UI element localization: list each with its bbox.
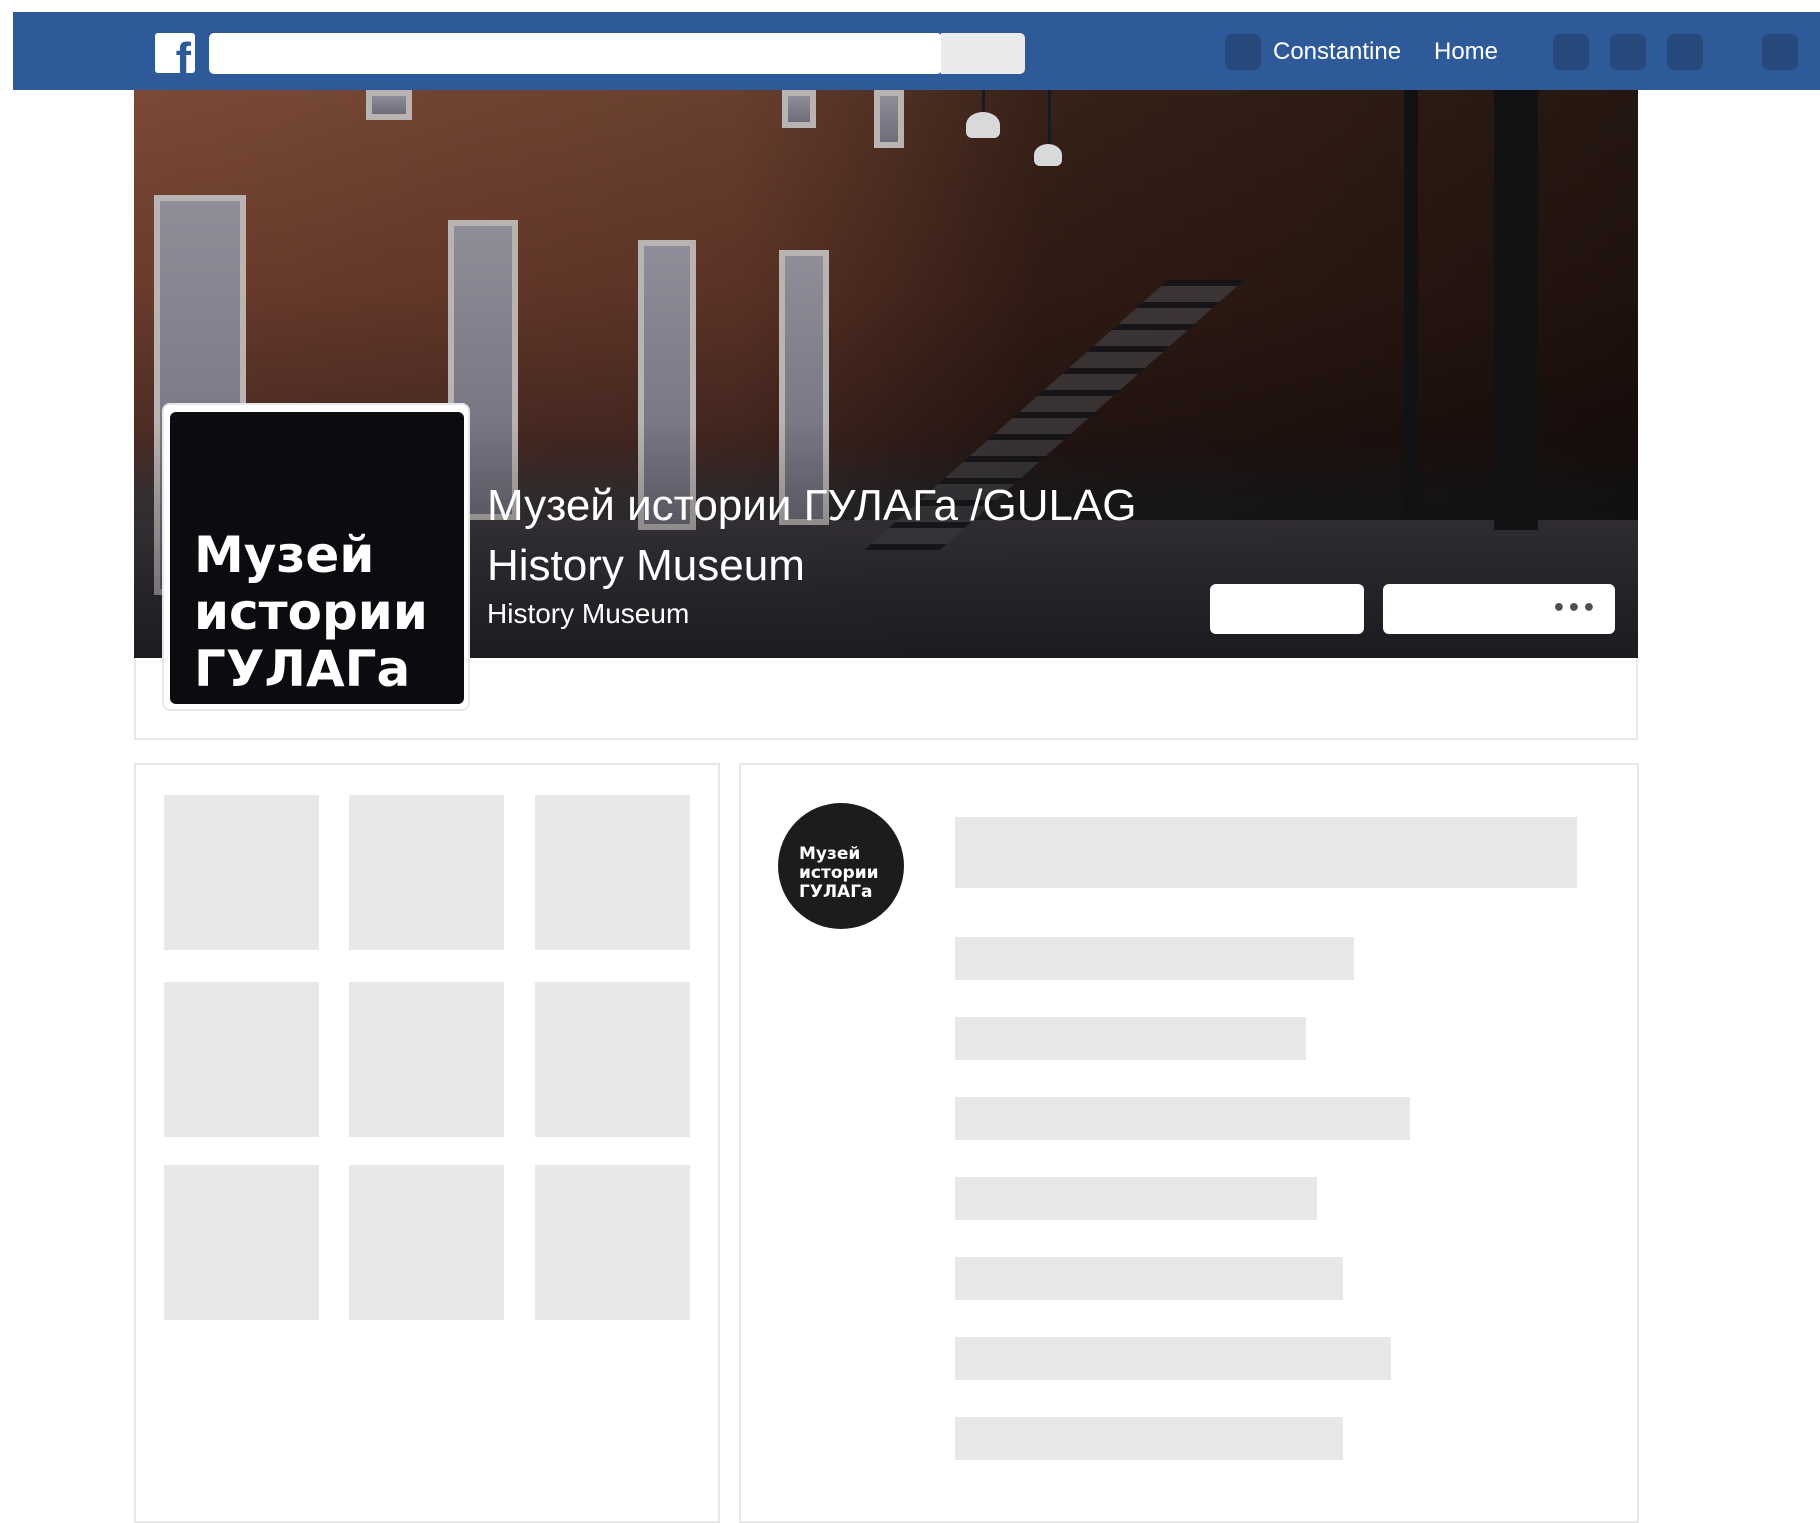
cover-window-decoration	[782, 90, 816, 128]
post-header-placeholder	[955, 817, 1577, 888]
photo-tile[interactable]	[535, 1165, 690, 1320]
profile-picture[interactable]: Музей истории ГУЛАГа	[170, 412, 464, 704]
photo-tile[interactable]	[164, 982, 319, 1137]
settings-menu-icon[interactable]	[1762, 34, 1798, 70]
user-avatar-icon[interactable]	[1225, 34, 1261, 70]
like-button[interactable]	[1210, 584, 1364, 634]
profile-picture-text: Музей истории ГУЛАГа	[194, 526, 428, 698]
cover-lamp-decoration	[966, 112, 1000, 138]
photo-tile[interactable]	[164, 795, 319, 950]
top-navigation-bar: f Constantine Home	[13, 12, 1820, 90]
post-text-line-placeholder	[955, 1097, 1410, 1140]
post-text-line-placeholder	[955, 937, 1354, 980]
post-text-line-placeholder	[955, 1177, 1317, 1220]
photo-tile[interactable]	[349, 982, 504, 1137]
friend-requests-icon[interactable]	[1553, 34, 1589, 70]
page-title: Музей истории ГУЛАГа /GULAG History Muse…	[487, 481, 1137, 590]
photo-tile[interactable]	[349, 795, 504, 950]
home-link[interactable]: Home	[1434, 34, 1498, 70]
page-category[interactable]: History Museum	[487, 596, 689, 632]
photo-tile[interactable]	[164, 1165, 319, 1320]
cover-lamp-wire-decoration	[982, 90, 985, 114]
photo-tile[interactable]	[349, 1165, 504, 1320]
search-button[interactable]	[941, 33, 1025, 74]
cover-lamp-decoration	[1034, 144, 1062, 166]
messages-icon[interactable]	[1610, 34, 1646, 70]
photo-tile[interactable]	[535, 795, 690, 950]
post-text-line-placeholder	[955, 1017, 1306, 1060]
post-text-line-placeholder	[955, 1417, 1343, 1460]
search-input[interactable]	[209, 33, 941, 74]
photo-tile[interactable]	[535, 982, 690, 1137]
search-box[interactable]	[209, 33, 942, 74]
user-name-link[interactable]: Constantine	[1273, 34, 1401, 70]
cover-lamp-wire-decoration	[1048, 90, 1051, 146]
post-author-avatar[interactable]: Музей истории ГУЛАГа	[778, 803, 904, 929]
facebook-logo-letter: f	[175, 33, 191, 73]
more-options-icon: •••	[1551, 596, 1597, 621]
notifications-icon[interactable]	[1667, 34, 1703, 70]
cover-window-decoration	[874, 90, 904, 148]
page-actions-button[interactable]: •••	[1383, 584, 1615, 634]
cover-window-decoration	[366, 90, 412, 120]
facebook-logo-icon[interactable]: f	[155, 33, 195, 73]
post-text-line-placeholder	[955, 1257, 1343, 1300]
post-text-line-placeholder	[955, 1337, 1391, 1380]
post-avatar-text: Музей истории ГУЛАГа	[799, 844, 879, 902]
